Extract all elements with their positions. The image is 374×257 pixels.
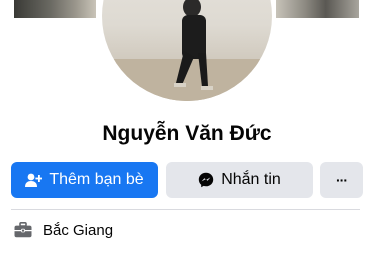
add-friend-label: Thêm bạn bè — [49, 171, 144, 188]
more-options-button[interactable]: ··· — [320, 162, 363, 198]
messenger-icon — [198, 172, 214, 188]
briefcase-icon — [14, 222, 32, 238]
location-text: Bắc Giang — [43, 221, 114, 239]
cover-photo-left — [14, 0, 96, 18]
avatar-photo — [102, 0, 272, 101]
cover-photo-right — [276, 0, 359, 18]
section-divider — [11, 209, 360, 210]
message-button[interactable]: Nhắn tin — [166, 162, 313, 198]
add-friend-button[interactable]: Thêm bạn bè — [11, 162, 158, 198]
profile-avatar[interactable] — [102, 0, 272, 101]
profile-name: Nguyễn Văn Đức — [102, 122, 272, 145]
message-label: Nhắn tin — [221, 171, 281, 188]
add-friend-icon — [25, 173, 43, 188]
location-row: Bắc Giang — [14, 219, 113, 241]
more-icon: ··· — [336, 172, 348, 188]
